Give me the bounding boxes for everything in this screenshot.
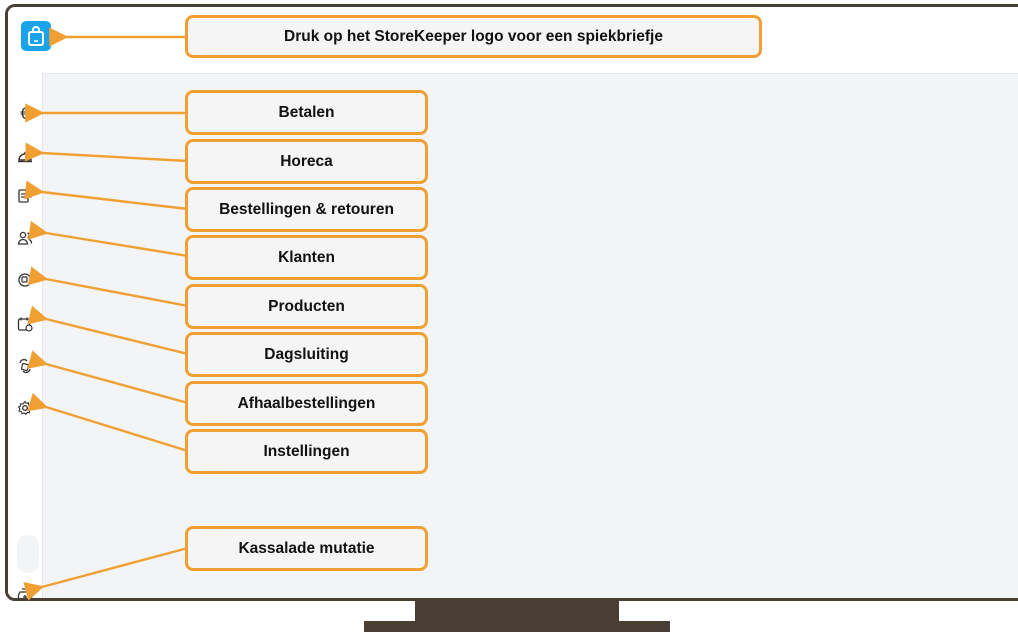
- arrow-klanten: [27, 220, 189, 258]
- callout-kassalade: Kassalade mutatie: [185, 526, 428, 571]
- callout-producten: Producten: [185, 284, 428, 329]
- callout-klanten: Klanten: [185, 235, 428, 280]
- arrow-instellingen: [27, 392, 189, 453]
- arrow-horeca: [24, 142, 189, 163]
- callout-dagsluiting: Dagsluiting: [185, 332, 428, 377]
- arrow-bestellingen: [24, 180, 189, 211]
- callout-bestellingen: Bestellingen & retouren: [185, 187, 428, 232]
- callout-betalen: Betalen: [185, 90, 428, 135]
- callout-arrows: [23, 27, 189, 601]
- arrow-kassalade: [23, 546, 189, 601]
- arrow-afhaal: [27, 350, 189, 405]
- callout-instellingen: Instellingen: [185, 429, 428, 474]
- callout-logo-hint: Druk op het StoreKeeper logo voor een sp…: [185, 15, 762, 58]
- callout-afhaal: Afhaalbestellingen: [185, 381, 428, 426]
- callout-horeca: Horeca: [185, 139, 428, 184]
- arrow-producten: [27, 266, 189, 308]
- arrow-dagsluiting: [27, 305, 189, 356]
